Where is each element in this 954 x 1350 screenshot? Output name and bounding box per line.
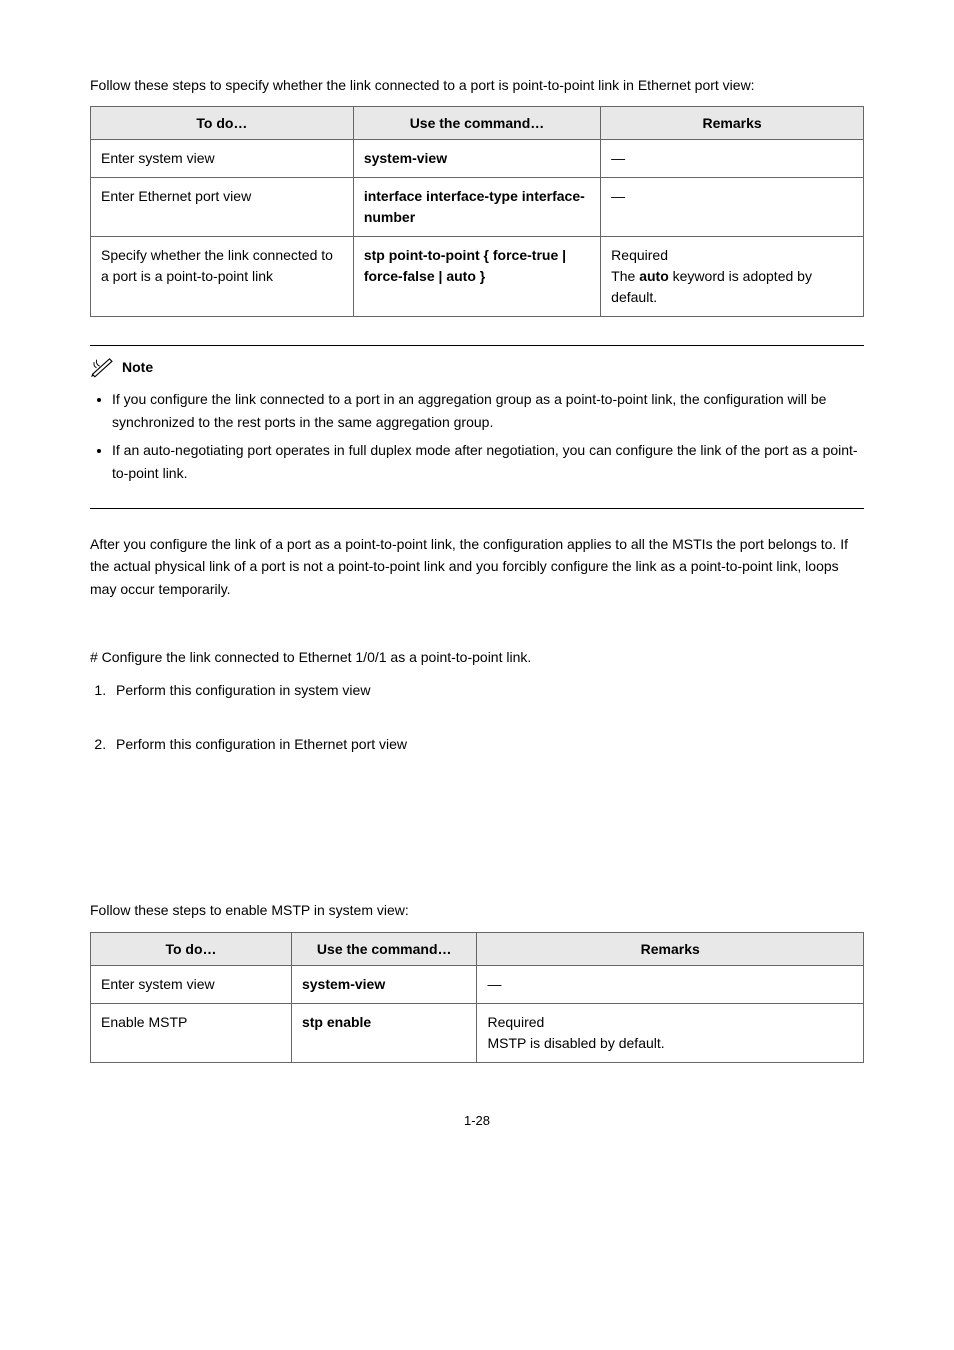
cell-todo: Enter system view — [91, 140, 354, 178]
remark-required: Required — [487, 1014, 544, 1030]
intro-paragraph: Follow these steps to specify whether th… — [90, 74, 864, 96]
intro-paragraph-2: Follow these steps to enable MSTP in sys… — [90, 899, 864, 921]
cell-todo: Specify whether the link connected to a … — [91, 237, 354, 317]
table-ethernet-port-view: To do… Use the command… Remarks Enter sy… — [90, 106, 864, 317]
example-list: Perform this configuration in Ethernet p… — [90, 733, 864, 755]
remark-text: MSTP is disabled by default. — [487, 1035, 664, 1051]
th-remarks: Remarks — [477, 932, 864, 965]
note-icon — [90, 356, 116, 378]
cell-todo: Enter Ethernet port view — [91, 178, 354, 237]
cmd-text: system-view — [302, 976, 385, 992]
cell-remarks: Required MSTP is disabled by default. — [477, 1003, 864, 1062]
cell-remarks: — — [601, 140, 864, 178]
body-paragraph: After you configure the link of a port a… — [90, 533, 864, 600]
remark-text: The — [611, 268, 639, 284]
cell-remarks: Required The auto keyword is adopted by … — [601, 237, 864, 317]
note-item: If an auto-negotiating port operates in … — [112, 439, 864, 484]
cell-remarks: — — [601, 178, 864, 237]
cmd-text: stp enable — [302, 1014, 371, 1030]
cell-remarks: — — [477, 965, 864, 1003]
th-command: Use the command… — [353, 107, 600, 140]
cell-todo: Enter system view — [91, 965, 292, 1003]
example-item: Perform this configuration in Ethernet p… — [110, 733, 864, 755]
note-item: If you configure the link connected to a… — [112, 388, 864, 433]
th-remarks: Remarks — [601, 107, 864, 140]
note-block: Note If you configure the link connected… — [90, 345, 864, 509]
cmd-text: system-view — [364, 150, 447, 166]
cell-command: interface interface-type interface-numbe… — [353, 178, 600, 237]
note-header: Note — [90, 356, 864, 378]
page-number: 1-28 — [90, 1113, 864, 1128]
table-row: Enable MSTP stp enable Required MSTP is … — [91, 1003, 864, 1062]
example-item: Perform this configuration in system vie… — [110, 679, 864, 701]
example-intro: # Configure the link connected to Ethern… — [90, 646, 864, 668]
table-row: Enter system view system-view — — [91, 965, 864, 1003]
table-row: Enter Ethernet port view interface inter… — [91, 178, 864, 237]
cmd-text: stp point-to-point { force-true | force-… — [364, 247, 566, 284]
table-row: Specify whether the link connected to a … — [91, 237, 864, 317]
page: Follow these steps to specify whether th… — [0, 0, 954, 1350]
cmd-text: interface interface-type interface-numbe… — [364, 188, 585, 225]
cell-command: system-view — [291, 965, 477, 1003]
example-list: Perform this configuration in system vie… — [90, 679, 864, 701]
remark-kw: auto — [639, 268, 669, 284]
th-todo: To do… — [91, 932, 292, 965]
th-command: Use the command… — [291, 932, 477, 965]
remark-required: Required — [611, 247, 668, 263]
cell-command: stp point-to-point { force-true | force-… — [353, 237, 600, 317]
th-todo: To do… — [91, 107, 354, 140]
note-label: Note — [122, 359, 153, 375]
note-list: If you configure the link connected to a… — [90, 388, 864, 484]
cell-command: system-view — [353, 140, 600, 178]
cell-command: stp enable — [291, 1003, 477, 1062]
table-enable-mstp: To do… Use the command… Remarks Enter sy… — [90, 932, 864, 1063]
table-row: Enter system view system-view — — [91, 140, 864, 178]
cell-todo: Enable MSTP — [91, 1003, 292, 1062]
